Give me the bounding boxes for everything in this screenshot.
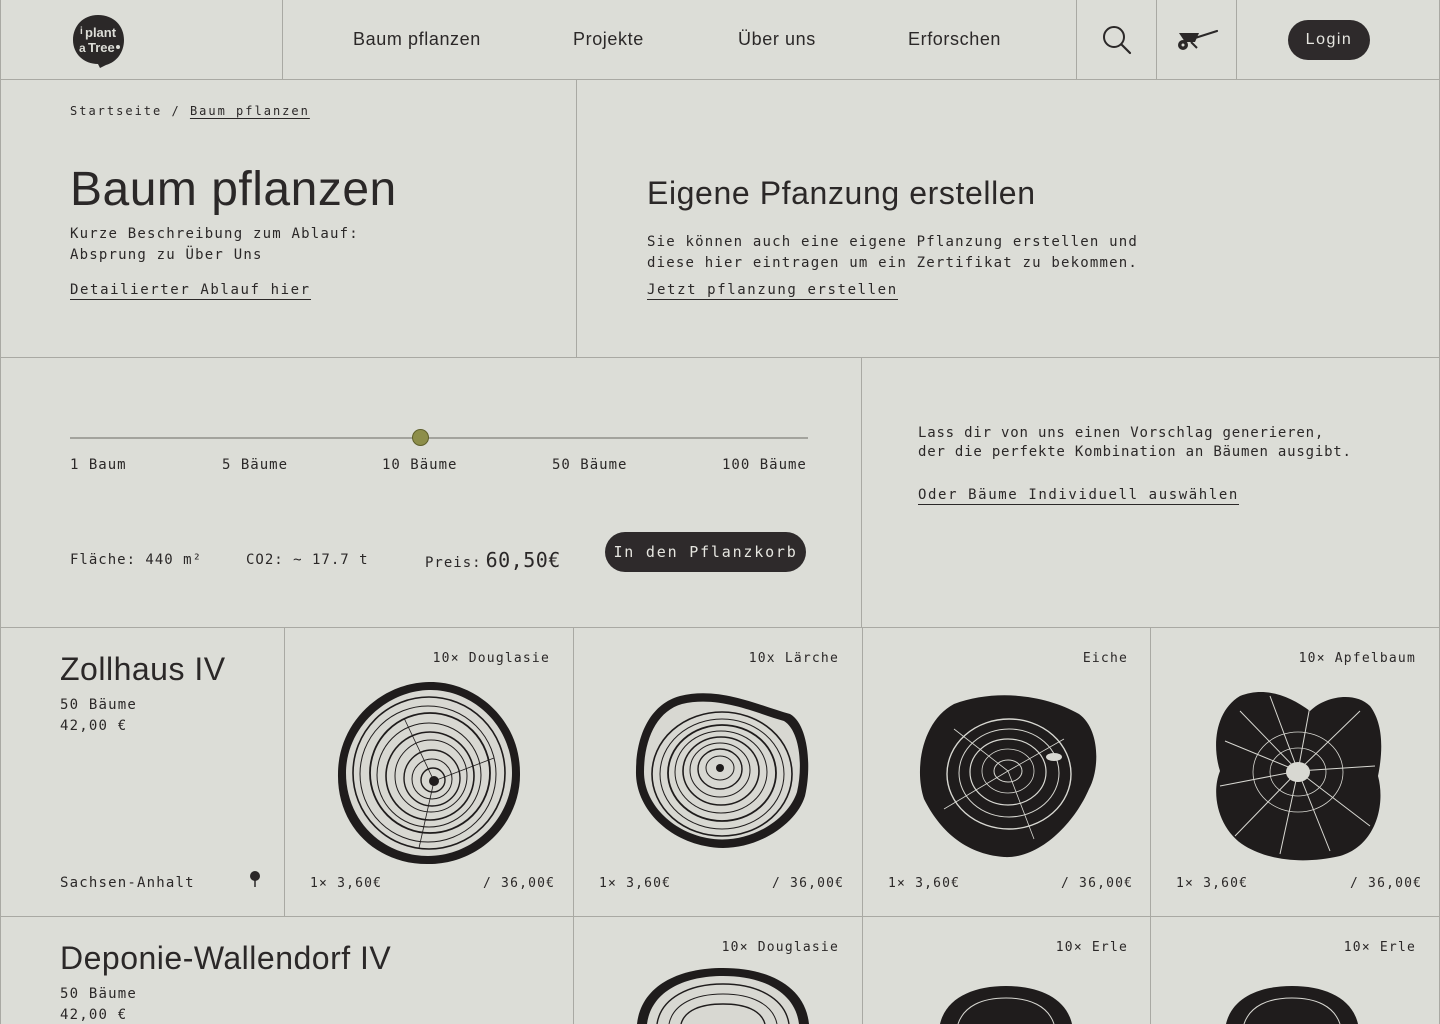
slider-tick-10[interactable]: 10 Bäume (382, 457, 457, 473)
project-tree-count: 50 Bäume (60, 697, 138, 713)
hero-description-line: Kurze Beschreibung zum Ablauf: (70, 226, 359, 242)
breadcrumb: Startseite / Baum pflanzen (70, 104, 310, 118)
tree-card-label: 10× Douglasie (721, 940, 839, 955)
project-price: 42,00 € (60, 1007, 128, 1023)
nav-erforschen[interactable]: Erforschen (908, 29, 1001, 50)
tree-total-price: / 36,00€ (483, 876, 556, 891)
project-title[interactable]: Deponie-Wallendorf IV (60, 940, 391, 977)
tree-unit-price: 1× 3,60€ (1176, 876, 1249, 891)
search-icon (1103, 26, 1132, 55)
breadcrumb-separator: / (162, 104, 190, 118)
wheelbarrow-icon (1178, 29, 1219, 50)
tree-unit-price: 1× 3,60€ (888, 876, 961, 891)
slider-tick-5[interactable]: 5 Bäume (222, 457, 288, 473)
tree-unit-price: 1× 3,60€ (310, 876, 383, 891)
apfelbaum-trunk-image[interactable] (1210, 686, 1386, 862)
svg-text:Tree: Tree (88, 40, 115, 55)
price-label: Preis: (425, 555, 482, 571)
tree-card-label: 10x Lärche (748, 651, 839, 666)
svg-text:i: i (80, 26, 83, 37)
tree-card-label: Eiche (1082, 651, 1128, 666)
logo-icon: i plant a Tree (73, 15, 124, 68)
slider-tick-100[interactable]: 100 Bäume (722, 457, 807, 473)
slider-tick-50[interactable]: 50 Bäume (552, 457, 627, 473)
tree-unit-price: 1× 3,60€ (599, 876, 672, 891)
price-stat: Preis: 60,50€ (425, 548, 561, 572)
co2-stat: CO2: ~ 17.7 t (246, 552, 369, 568)
project-price: 42,00 € (60, 718, 128, 734)
slider-tick-1[interactable]: 1 Baum (70, 457, 127, 473)
price-value: 60,50€ (485, 548, 561, 572)
location-pin-icon (250, 871, 260, 887)
breadcrumb-current[interactable]: Baum pflanzen (190, 104, 310, 118)
suggestion-text: Lass dir von uns einen Vorschlag generie… (918, 424, 1352, 462)
hero-description: Kurze Beschreibung zum Ablauf: Absprung … (70, 224, 359, 266)
hero-description-line: Absprung zu Über Uns (70, 247, 263, 263)
svg-text:plant: plant (85, 25, 117, 40)
logo[interactable]: i plant a Tree (70, 12, 126, 70)
suggestion-line: Lass dir von uns einen Vorschlag generie… (918, 425, 1325, 441)
detailed-process-link[interactable]: Detailierter Ablauf hier (70, 282, 311, 300)
select-trees-individually-link[interactable]: Oder Bäume Individuell auswählen (918, 487, 1239, 505)
breadcrumb-home[interactable]: Startseite (70, 104, 162, 118)
project-meta: 50 Bäume 42,00 € (60, 984, 137, 1024)
login-button[interactable]: Login (1288, 20, 1370, 60)
custom-planting-title: Eigene Pfanzung erstellen (647, 175, 1036, 211)
project-tree-count: 50 Bäume (60, 986, 138, 1002)
tree-count-slider-track[interactable] (70, 437, 808, 439)
project-title[interactable]: Zollhaus IV (60, 651, 226, 688)
project-region: Sachsen-Anhalt (60, 875, 195, 891)
nav-ueber-uns[interactable]: Über uns (738, 29, 816, 50)
svg-text:a: a (79, 41, 86, 55)
nav-baum-pflanzen[interactable]: Baum pflanzen (353, 29, 481, 50)
tree-card-label: 10× Douglasie (432, 651, 550, 666)
custom-description-line: diese hier eintragen um ein Zertifikat z… (647, 255, 1139, 271)
erle-trunk-image[interactable] (938, 984, 1074, 1024)
tree-total-price: / 36,00€ (1061, 876, 1134, 891)
laerche-trunk-image[interactable] (630, 686, 812, 858)
page-title: Baum pflanzen (70, 163, 397, 216)
nav-projekte[interactable]: Projekte (573, 29, 644, 50)
add-to-cart-button[interactable]: In den Pflanzkorb (605, 532, 806, 572)
tree-card-label: 10× Apfelbaum (1298, 651, 1416, 666)
erle-trunk-image[interactable] (1224, 984, 1360, 1024)
tree-total-price: / 36,00€ (1350, 876, 1423, 891)
tree-count-slider-thumb[interactable] (412, 429, 429, 446)
douglasie-trunk-image[interactable] (633, 966, 813, 1024)
douglasie-trunk-image[interactable] (334, 678, 524, 868)
cart-button[interactable] (1157, 0, 1237, 80)
search-button[interactable] (1077, 0, 1157, 80)
tree-card-label: 10× Erle (1055, 940, 1128, 955)
custom-planting-description: Sie können auch eine eigene Pflanzung er… (647, 232, 1138, 274)
project-meta: 50 Bäume 42,00 € (60, 695, 137, 737)
eiche-trunk-image[interactable] (914, 689, 1100, 861)
suggestion-line: der die perfekte Kombination an Bäumen a… (918, 444, 1352, 460)
tree-card-label: 10× Erle (1343, 940, 1416, 955)
tree-total-price: / 36,00€ (772, 876, 845, 891)
create-planting-link[interactable]: Jetzt pflanzung erstellen (647, 282, 898, 300)
area-stat: Fläche: 440 m² (70, 552, 203, 568)
custom-description-line: Sie können auch eine eigene Pflanzung er… (647, 234, 1139, 250)
